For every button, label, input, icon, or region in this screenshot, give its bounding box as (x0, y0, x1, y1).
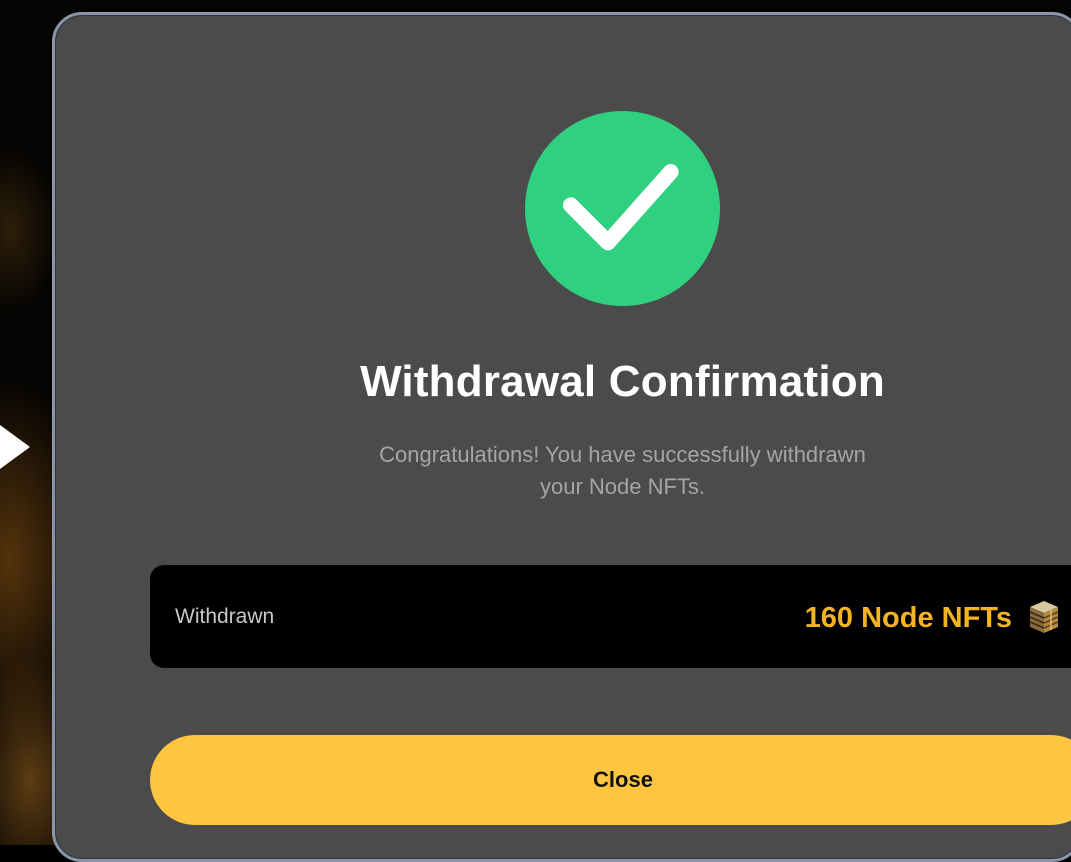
play-arrow-icon (0, 425, 30, 469)
node-nft-stack-icon (1026, 597, 1062, 640)
withdrawn-amount: 160 Node NFTs (804, 602, 1012, 634)
modal-message-line-2: your Node NFTs. (539, 474, 706, 499)
withdrawn-summary: Withdrawn 160 Node NFTs (150, 565, 1071, 668)
modal-message-line-1: Congratulations! You have successfully w… (379, 442, 866, 467)
modal-title: Withdrawal Confirmation (360, 357, 885, 406)
close-button[interactable]: Close (150, 735, 1071, 825)
success-check-icon (525, 111, 720, 306)
withdrawn-value: 160 Node NFTs (805, 597, 1062, 640)
withdrawn-label: Withdrawn (175, 605, 275, 628)
modal-message: Congratulations! You have successfully w… (300, 439, 945, 503)
withdrawal-confirmation-modal: Withdrawal Confirmation Congratulations!… (52, 12, 1071, 862)
